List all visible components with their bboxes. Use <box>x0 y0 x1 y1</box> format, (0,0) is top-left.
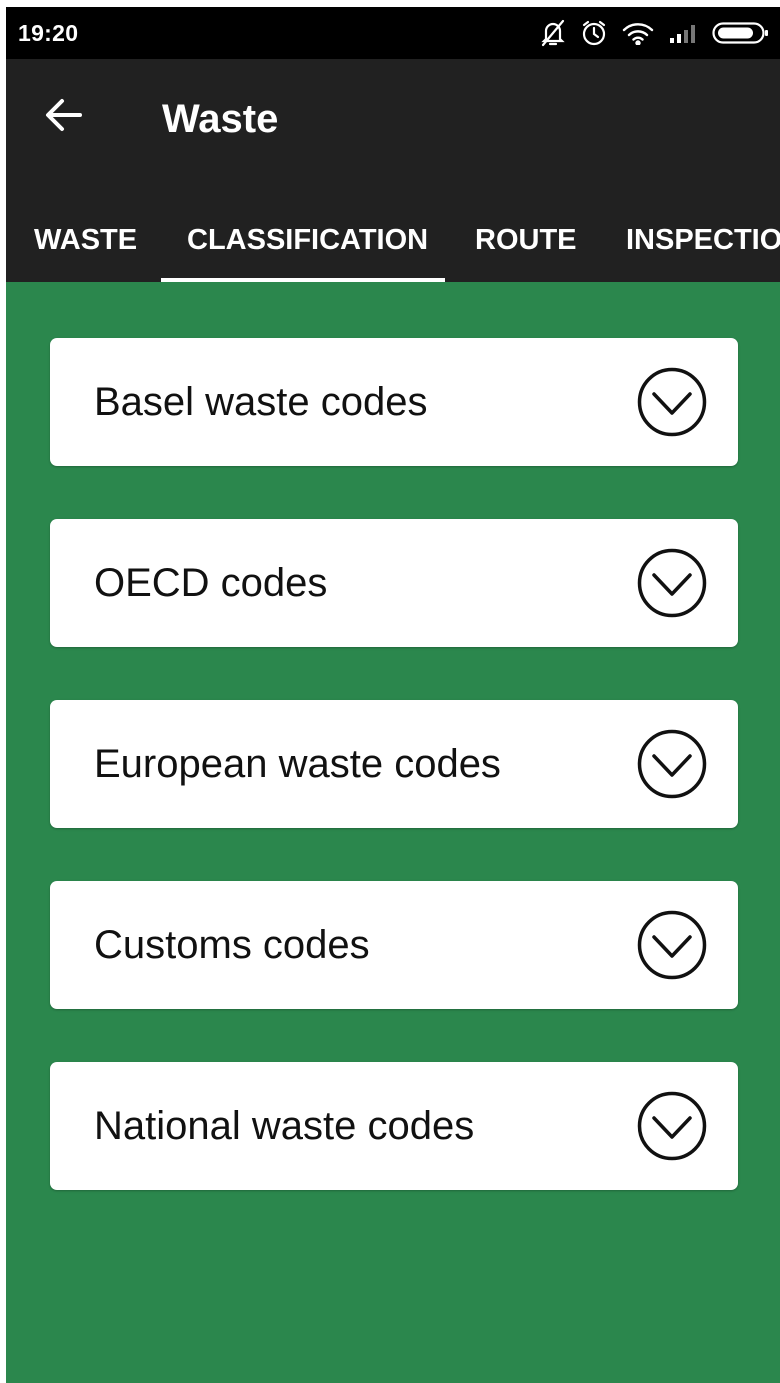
page-title: Waste <box>162 97 279 141</box>
chevron-down-circle-icon[interactable] <box>636 547 708 619</box>
app-bar: Waste WASTE CLASSIFICATION ROUTE INSPECT… <box>6 59 780 282</box>
status-bar: 19:20 <box>6 7 780 59</box>
status-time: 19:20 <box>18 20 79 46</box>
section-customs-codes[interactable]: Customs codes <box>50 881 738 1009</box>
selected-tab-indicator <box>161 278 445 282</box>
chevron-down-circle-icon[interactable] <box>636 366 708 438</box>
section-label: Customs codes <box>94 923 370 967</box>
tab-bar: WASTE CLASSIFICATION ROUTE INSPECTIO <box>6 199 780 282</box>
status-icons <box>540 17 770 49</box>
arrow-left-icon <box>44 97 84 138</box>
chevron-down-circle-icon[interactable] <box>636 728 708 800</box>
chevron-down-circle-icon[interactable] <box>636 1090 708 1162</box>
phone-screen: 19:20 Waste WASTE CLASSIFICATION ROUTE I… <box>6 7 780 1383</box>
alarm-icon <box>580 19 608 47</box>
section-national-waste-codes[interactable]: National waste codes <box>50 1062 738 1190</box>
section-label: OECD codes <box>94 561 328 605</box>
section-oecd-codes[interactable]: OECD codes <box>50 519 738 647</box>
wifi-icon <box>622 21 654 45</box>
battery-icon <box>712 21 770 45</box>
section-european-waste-codes[interactable]: European waste codes <box>50 700 738 828</box>
section-label: European waste codes <box>94 742 501 786</box>
section-basel-waste-codes[interactable]: Basel waste codes <box>50 338 738 466</box>
section-label: Basel waste codes <box>94 380 428 424</box>
tab-waste[interactable]: WASTE <box>34 199 137 282</box>
bell-off-icon <box>540 19 566 47</box>
code-section-list: Basel waste codes OECD codes European wa… <box>50 338 738 1243</box>
tab-classification[interactable]: CLASSIFICATION <box>187 199 428 282</box>
tab-route[interactable]: ROUTE <box>475 199 577 282</box>
tab-inspection[interactable]: INSPECTIO <box>626 199 780 282</box>
chevron-down-circle-icon[interactable] <box>636 909 708 981</box>
back-button[interactable] <box>36 89 92 145</box>
section-label: National waste codes <box>94 1104 475 1148</box>
signal-icon <box>668 22 698 44</box>
